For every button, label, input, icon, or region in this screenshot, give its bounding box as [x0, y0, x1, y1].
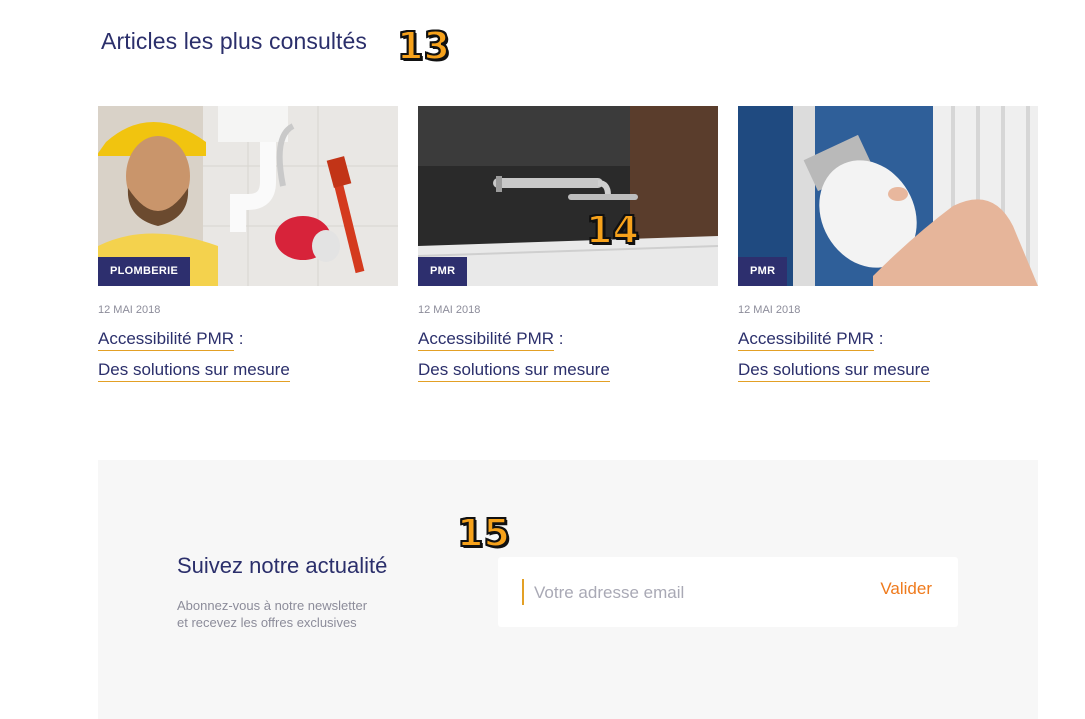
- submit-button[interactable]: Valider: [880, 579, 932, 599]
- article-title-line2[interactable]: Des solutions sur mesure: [738, 360, 930, 382]
- article-title-line2[interactable]: Des solutions sur mesure: [418, 360, 610, 382]
- article-date: 12 MAI 2018: [738, 304, 801, 316]
- article-title-colon: :: [234, 329, 244, 348]
- article-title-line1[interactable]: Accessibilité PMR: [738, 329, 875, 351]
- article-image-plumber[interactable]: PLOMBERIE: [98, 106, 398, 286]
- annotation-marker-13: 13: [396, 24, 451, 68]
- newsletter-form: Valider: [498, 557, 958, 627]
- article-title-line1[interactable]: Accessibilité PMR: [98, 329, 235, 351]
- category-badge[interactable]: PLOMBERIE: [98, 257, 191, 286]
- category-badge[interactable]: PMR: [738, 257, 788, 286]
- article-image-faucet[interactable]: PMR: [418, 106, 718, 286]
- article-date: 12 MAI 2018: [418, 304, 481, 316]
- article-image-thermostat[interactable]: PMR: [738, 106, 1038, 286]
- category-badge[interactable]: PMR: [418, 257, 468, 286]
- article-card[interactable]: PLOMBERIE 12 MAI 2018 Accessibilité PMR …: [98, 106, 398, 382]
- article-title-line1[interactable]: Accessibilité PMR: [418, 329, 555, 351]
- text-cursor: [522, 579, 524, 605]
- article-title-colon: :: [874, 329, 884, 348]
- section-title: Articles les plus consultés: [101, 28, 368, 54]
- article-card[interactable]: PMR 12 MAI 2018 Accessibilité PMR : Des …: [738, 106, 1038, 382]
- newsletter-subtitle: Abonnez-vous à notre newsletter et recev…: [177, 597, 367, 631]
- newsletter-subtitle-line2: et recevez les offres exclusives: [177, 615, 357, 630]
- newsletter-subtitle-line1: Abonnez-vous à notre newsletter: [177, 598, 368, 613]
- article-title-line2[interactable]: Des solutions sur mesure: [98, 360, 290, 382]
- newsletter-title: Suivez notre actualité: [177, 553, 388, 578]
- article-card[interactable]: PMR 12 MAI 2018 Accessibilité PMR : Des …: [418, 106, 718, 382]
- newsletter-section: Suivez notre actualité Abonnez-vous à no…: [98, 460, 1038, 719]
- article-date: 12 MAI 2018: [98, 304, 161, 316]
- email-input[interactable]: [532, 577, 836, 609]
- annotation-marker-14: 14: [585, 208, 640, 252]
- annotation-marker-15: 15: [456, 511, 511, 555]
- article-title-colon: :: [554, 329, 564, 348]
